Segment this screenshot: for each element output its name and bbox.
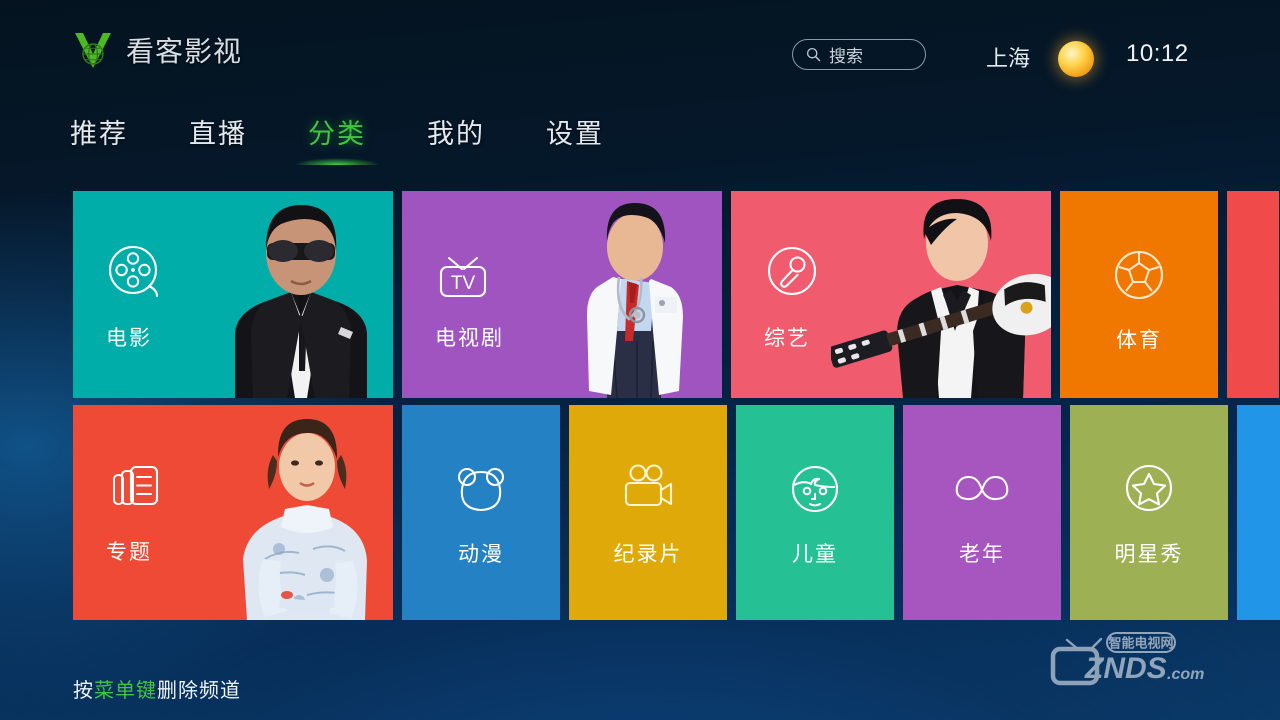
tile-documentary[interactable]: 纪录片 — [569, 405, 727, 620]
tile-photo-topic — [243, 419, 367, 620]
mustache-icon — [953, 460, 1011, 523]
hint-prefix: 按 — [73, 680, 94, 702]
tile-variety[interactable]: 综艺 — [731, 191, 1051, 398]
search-input[interactable]: 搜索 — [829, 42, 863, 67]
nav-item-settings[interactable]: 设置 — [546, 112, 604, 165]
tile-photo-variety — [831, 199, 1051, 398]
category-row-2: 专题 动漫 纪录片 儿童 老年 明星秀 — [73, 405, 1280, 620]
tile-elderly[interactable]: 老年 — [903, 405, 1061, 620]
tile-sports[interactable]: 体育 — [1060, 191, 1218, 398]
tile-label: 电影 — [106, 327, 152, 350]
watermark-tld: .com — [1167, 666, 1204, 683]
star-circle-icon — [1120, 460, 1178, 523]
footer-hint: 按菜单键删除频道 — [73, 674, 241, 703]
nav-item-live[interactable]: 直播 — [189, 112, 247, 165]
tile-label: 动漫 — [458, 543, 504, 566]
watermark-tagline: 智能电视网 — [1108, 636, 1173, 651]
tile-movie[interactable]: 电影 — [73, 191, 393, 398]
v-globe-logo-icon — [70, 27, 116, 73]
nav-item-recommend[interactable]: 推荐 — [70, 112, 128, 165]
tile-label: 专题 — [106, 541, 152, 564]
city-label[interactable]: 上海 — [986, 41, 1030, 73]
soccer-ball-icon — [1110, 246, 1168, 309]
tile-photo-movie — [235, 205, 367, 398]
film-reel-icon — [106, 244, 164, 307]
brand-name: 看客影视 — [126, 36, 243, 67]
tile-label: 儿童 — [792, 543, 838, 566]
tv-icon: TV — [435, 244, 493, 307]
nav-label: 我的 — [427, 119, 485, 149]
hint-suffix: 删除频道 — [157, 680, 241, 702]
microphone-icon — [764, 244, 822, 307]
tile-label: 电视剧 — [435, 327, 504, 350]
tile-partial-right-row2[interactable] — [1237, 405, 1280, 620]
nav-label: 直播 — [189, 119, 247, 149]
child-face-icon — [786, 460, 844, 523]
nav-item-category[interactable]: 分类 — [282, 112, 392, 165]
tile-photo-tv-drama — [587, 203, 683, 398]
tile-label: 综艺 — [764, 327, 810, 350]
tile-children[interactable]: 儿童 — [736, 405, 894, 620]
video-camera-icon — [619, 460, 677, 523]
search-box[interactable]: 搜索 — [792, 39, 926, 70]
tile-label: 明星秀 — [1114, 543, 1184, 566]
brand: 看客影视 — [70, 27, 242, 73]
tile-topic[interactable]: 专题 — [73, 405, 393, 620]
clock: 10:12 — [1126, 40, 1189, 67]
znds-watermark: 智能电视网 ZNDS .com — [1049, 628, 1225, 690]
top-header: 看客影视 搜索 上海 10:12 — [0, 0, 1280, 100]
nav-label: 设置 — [546, 119, 604, 149]
hint-key: 菜单键 — [94, 680, 157, 702]
bear-head-icon — [452, 460, 510, 523]
main-nav: 推荐 直播 分类 我的 设置 — [70, 112, 604, 165]
tile-label: 纪录片 — [613, 543, 683, 566]
tile-label: 体育 — [1116, 329, 1162, 352]
search-icon — [806, 47, 821, 62]
tile-partial-right-row1[interactable] — [1227, 191, 1279, 398]
nav-label: 推荐 — [70, 119, 128, 149]
sun-icon[interactable] — [1058, 41, 1094, 77]
nav-item-mine[interactable]: 我的 — [427, 112, 485, 165]
tile-tv-drama[interactable]: TV 电视剧 — [402, 191, 722, 398]
stacked-cards-icon — [106, 458, 164, 521]
category-row-1: 电影 TV 电视剧 综艺 体育 — [73, 191, 1280, 398]
tile-star-show[interactable]: 明星秀 — [1070, 405, 1228, 620]
svg-text:TV: TV — [451, 273, 476, 294]
nav-active-indicator — [282, 151, 392, 165]
tile-anime[interactable]: 动漫 — [402, 405, 560, 620]
watermark-brand: ZNDS — [1084, 652, 1167, 685]
tile-label: 老年 — [959, 543, 1005, 566]
nav-label: 分类 — [308, 119, 366, 149]
